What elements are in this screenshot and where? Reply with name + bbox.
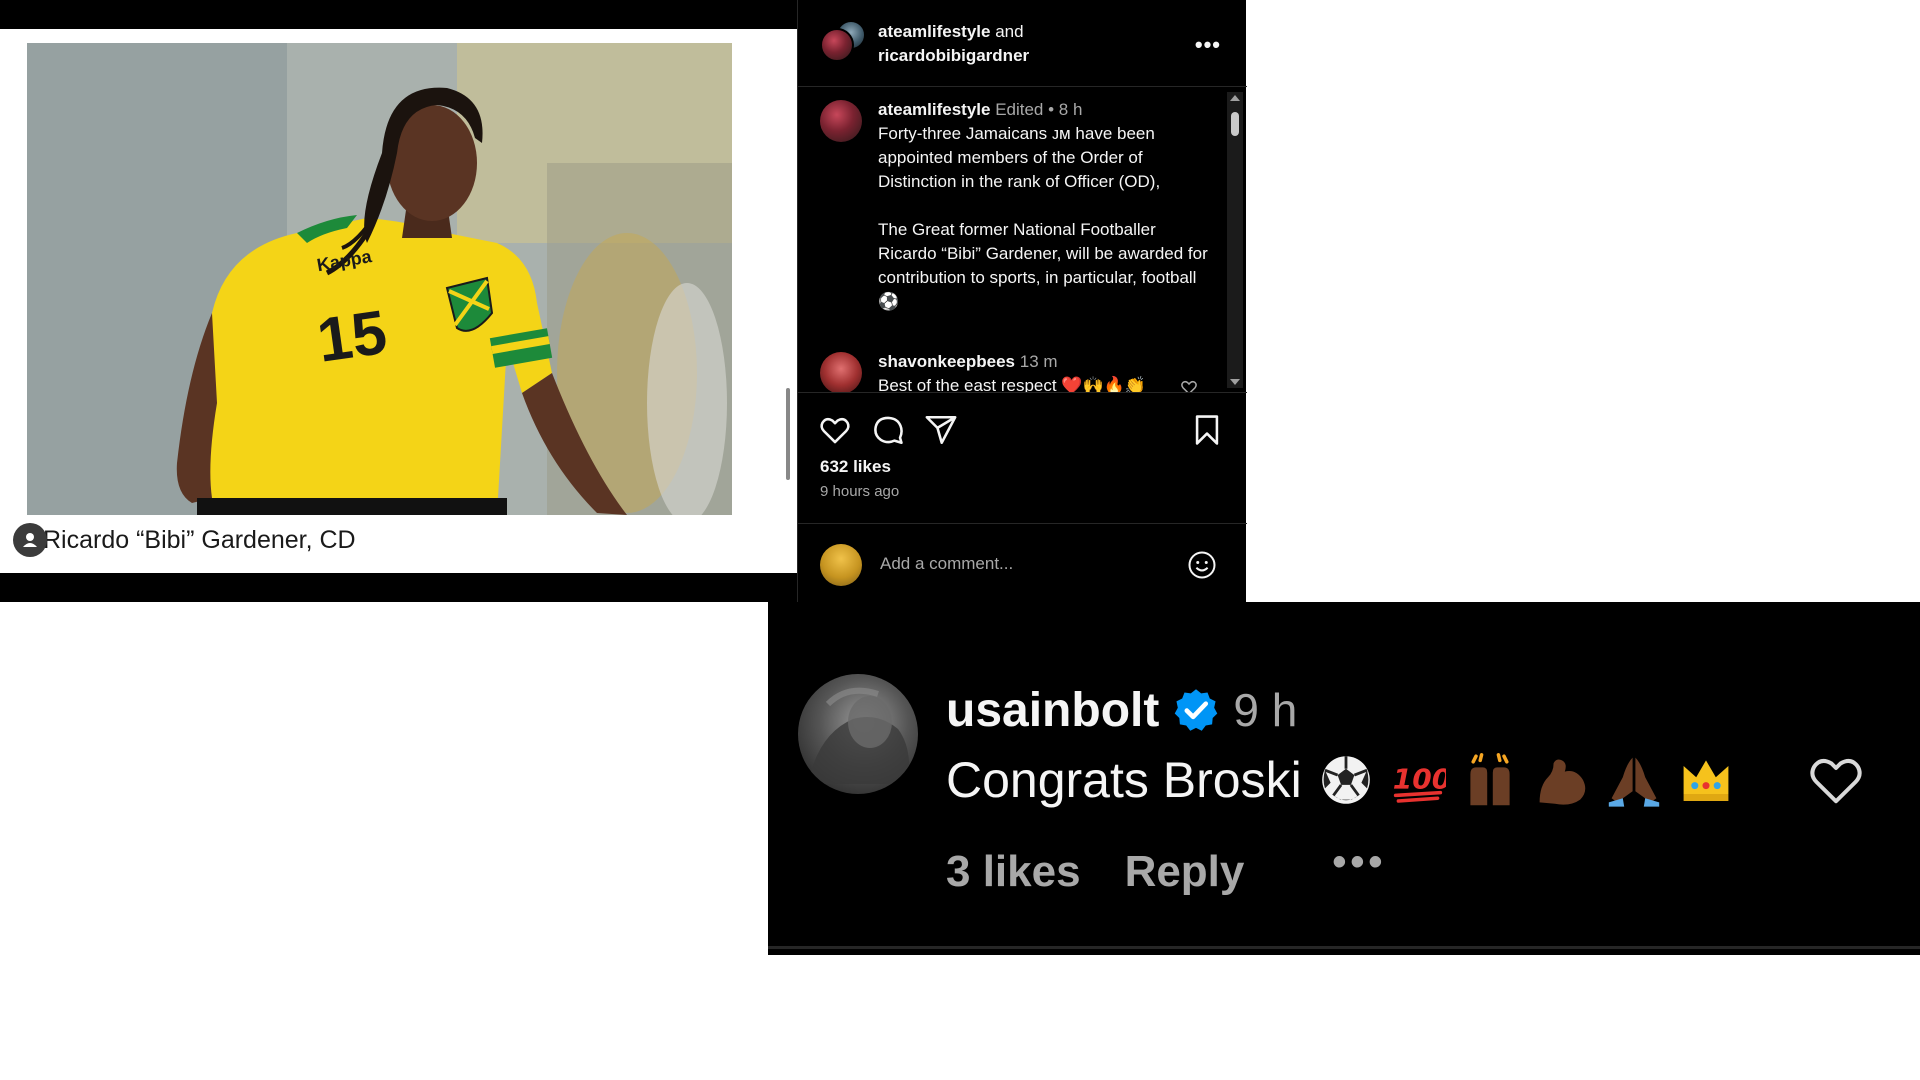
scroll-up-arrow-icon[interactable] bbox=[1230, 95, 1240, 101]
caption-text: Ricardo “Bibi” Gardener, CD bbox=[43, 525, 356, 554]
soccer-ball-icon bbox=[1321, 756, 1370, 804]
reply-button[interactable]: Reply bbox=[1125, 847, 1245, 897]
flexed-biceps-icon bbox=[1539, 759, 1585, 805]
comment-text: Best of the east respect ❤️🙌🔥👏 bbox=[878, 376, 1146, 392]
likes-count[interactable]: 632 likes bbox=[820, 457, 891, 477]
emoji-icon[interactable] bbox=[1187, 550, 1217, 580]
comment-more-options-button[interactable]: ••• bbox=[1332, 840, 1386, 885]
post-header: ateamlifestyle and ricardobibigardner ••… bbox=[798, 0, 1247, 87]
comment-like-icon[interactable] bbox=[1180, 378, 1198, 392]
commenter-avatar[interactable] bbox=[820, 352, 862, 392]
post-timestamp: 9 hours ago bbox=[820, 483, 900, 500]
comment-text: Congrats Broski bbox=[946, 752, 1302, 808]
raising-hands-icon bbox=[1470, 753, 1510, 806]
featured-comment-card: usainbolt 9 h Congrats Broski 100 3 like… bbox=[768, 602, 1920, 955]
photo-caption: Ricardo “Bibi” Gardener, CD bbox=[13, 522, 356, 558]
comment-username[interactable]: shavonkeepbees bbox=[878, 352, 1015, 371]
comment-input[interactable] bbox=[880, 546, 1170, 582]
and-text: and bbox=[995, 22, 1024, 41]
person-icon bbox=[13, 523, 47, 557]
scroll-down-arrow-icon[interactable] bbox=[1230, 379, 1240, 385]
comment-footer: 3 likes Reply ••• bbox=[946, 840, 1386, 902]
bookmark-icon[interactable] bbox=[1190, 413, 1224, 447]
scrollbar-thumb[interactable] bbox=[1231, 112, 1239, 136]
comment-text-row: Congrats Broski 100 bbox=[946, 748, 1734, 812]
like-comment-heart-icon[interactable] bbox=[1804, 750, 1868, 810]
comment-meta: 13 m bbox=[1019, 352, 1058, 371]
comment-username[interactable]: usainbolt bbox=[946, 683, 1159, 738]
usainbolt-avatar[interactable] bbox=[798, 674, 918, 794]
comment-username[interactable]: ateamlifestyle bbox=[878, 100, 990, 119]
comment-meta: Edited • 8 h bbox=[995, 100, 1083, 119]
comment-body: shavonkeepbees 13 m Best of the east res… bbox=[878, 350, 1208, 392]
instagram-post-panel: ateamlifestyle and ricardobibigardner ••… bbox=[797, 0, 1247, 602]
heart-icon[interactable] bbox=[818, 413, 852, 447]
comments-scrollbar[interactable] bbox=[1227, 92, 1243, 388]
folded-hands-icon bbox=[1608, 757, 1659, 807]
comments-list: ateamlifestyle Edited • 8 h Forty-three … bbox=[798, 88, 1247, 392]
more-options-button[interactable]: ••• bbox=[1195, 32, 1221, 58]
svg-text:100: 100 bbox=[1393, 762, 1446, 795]
collab-username[interactable]: ricardobibigardner bbox=[878, 46, 1029, 65]
player-photo: 15 Kappa bbox=[27, 43, 732, 515]
comment-text: Forty-three Jamaicans ᴊᴍ have been appoi… bbox=[878, 124, 1208, 311]
share-icon[interactable] bbox=[924, 413, 958, 447]
comment-header: usainbolt 9 h bbox=[946, 680, 1297, 740]
photo-panel: 15 Kappa Ricardo “Bibi” Gardener, CD bbox=[0, 0, 797, 602]
scrollbar-thumb[interactable] bbox=[786, 388, 790, 480]
verified-badge-icon bbox=[1175, 689, 1218, 731]
commenter-avatar[interactable] bbox=[820, 100, 862, 142]
post-actions: 632 likes 9 hours ago bbox=[798, 392, 1247, 602]
author-username[interactable]: ateamlifestyle bbox=[878, 22, 990, 41]
avatar bbox=[820, 544, 862, 586]
post-authors: ateamlifestyle and ricardobibigardner bbox=[878, 20, 1029, 68]
comment-likes[interactable]: 3 likes bbox=[946, 847, 1081, 897]
author-avatar[interactable] bbox=[820, 28, 854, 62]
comment-body: ateamlifestyle Edited • 8 h Forty-three … bbox=[878, 98, 1208, 314]
divider bbox=[768, 946, 1920, 949]
comment-timestamp: 9 h bbox=[1233, 684, 1298, 736]
hundred-points-icon: 100 bbox=[1393, 762, 1446, 803]
crown-icon bbox=[1683, 760, 1729, 801]
jersey-number: 15 bbox=[313, 298, 391, 376]
comment-icon[interactable] bbox=[871, 413, 905, 447]
add-comment-row bbox=[798, 523, 1247, 603]
